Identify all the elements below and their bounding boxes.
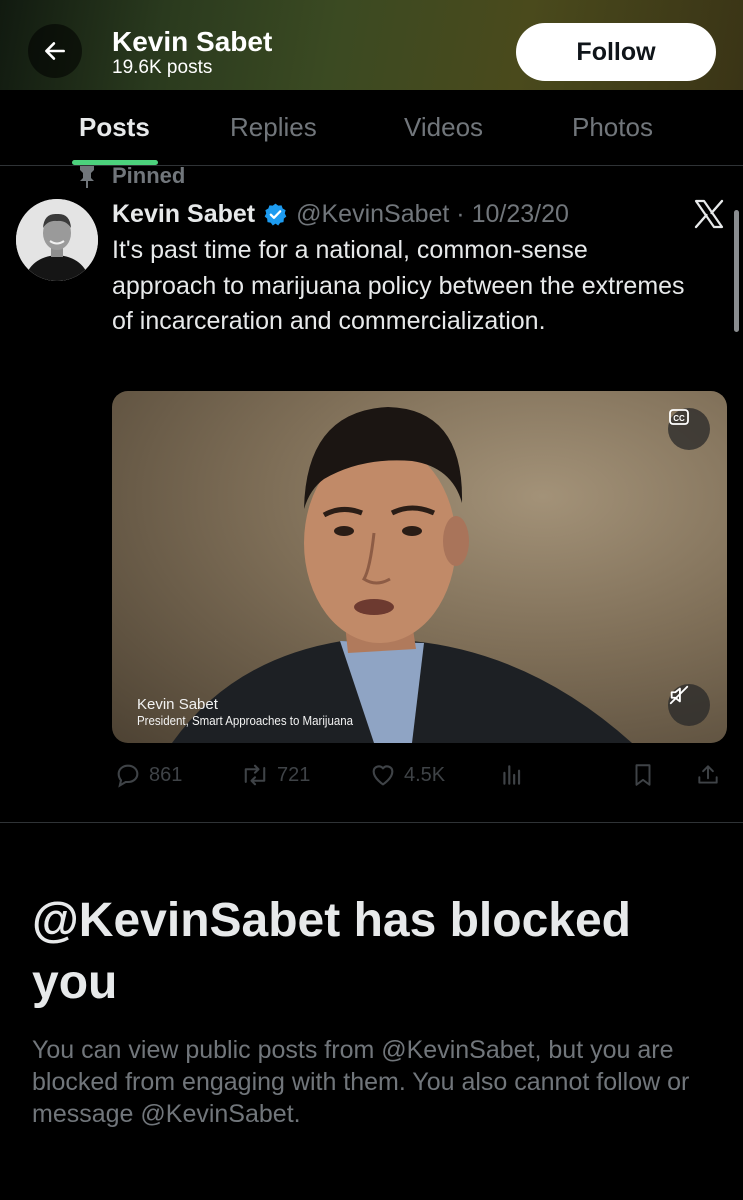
video-frame	[172, 407, 632, 743]
like-count: 4.5K	[404, 763, 446, 786]
bookmark-action[interactable]	[630, 758, 656, 792]
blocked-title: @KevinSabet has blocked you	[32, 894, 631, 1009]
tab-photos[interactable]: Photos	[572, 112, 653, 143]
tweet-header: Kevin Sabet @KevinSabet · 10/23/20	[112, 196, 569, 232]
repost-icon	[244, 764, 266, 786]
scrollbar[interactable]	[734, 210, 739, 332]
bookmark-icon	[635, 764, 651, 786]
video-caption-name: Kevin Sabet	[137, 696, 218, 713]
tweet-text: It's past time for a national, common-se…	[112, 236, 685, 335]
avatar[interactable]	[16, 199, 98, 281]
mute-button[interactable]	[668, 684, 710, 726]
repost-action[interactable]: 721	[240, 758, 310, 792]
section-divider	[0, 822, 743, 823]
video-caption-title: President, Smart Approaches to Marijuana	[137, 714, 354, 728]
muted-speaker-icon	[669, 685, 689, 705]
repost-count: 721	[277, 763, 311, 786]
header-post-count: 19.6K posts	[112, 57, 213, 78]
back-button[interactable]	[28, 24, 82, 78]
reply-action[interactable]: 861	[114, 758, 182, 792]
tweet-video[interactable]: CC Kevin Sabet President, Smart Approach…	[112, 391, 727, 743]
views-action[interactable]	[499, 758, 525, 792]
avatar-photo	[16, 199, 98, 281]
profile-page: Kevin Sabet 19.6K posts Follow Posts Rep…	[0, 0, 743, 1200]
tab-replies[interactable]: Replies	[230, 112, 317, 143]
tweet-handle[interactable]: @KevinSabet	[296, 200, 449, 229]
tweet-actions: 861 721 4.5K	[112, 758, 732, 792]
heart-icon	[372, 765, 394, 786]
follow-button[interactable]: Follow	[516, 23, 716, 81]
profile-tabs: Posts Replies Videos Photos	[0, 90, 743, 166]
x-logo-icon	[694, 199, 724, 229]
reply-icon	[117, 764, 139, 788]
captions-button[interactable]: CC	[668, 408, 710, 450]
tab-posts[interactable]: Posts	[79, 112, 150, 143]
header-profile-name: Kevin Sabet	[112, 26, 273, 57]
like-action[interactable]: 4.5K	[369, 758, 445, 792]
arrow-left-icon	[45, 42, 65, 60]
tweet-date[interactable]: 10/23/20	[472, 200, 569, 229]
reply-count: 861	[149, 763, 183, 786]
closed-captions-icon: CC	[669, 409, 689, 425]
profile-header: Kevin Sabet 19.6K posts Follow	[0, 0, 743, 90]
analytics-bars-icon	[503, 765, 521, 785]
share-action[interactable]	[695, 758, 721, 792]
share-icon	[698, 765, 718, 784]
pinned-label-row: Pinned	[76, 162, 185, 190]
svg-text:CC: CC	[673, 414, 685, 423]
tweet-author-name[interactable]: Kevin Sabet	[112, 200, 255, 229]
pin-icon	[80, 166, 94, 188]
pinned-label: Pinned	[112, 163, 186, 188]
meta-separator: ·	[449, 199, 472, 228]
verified-badge-icon	[263, 202, 288, 227]
blocked-description: You can view public posts from @KevinSab…	[32, 1036, 690, 1128]
tab-videos[interactable]: Videos	[404, 112, 483, 143]
